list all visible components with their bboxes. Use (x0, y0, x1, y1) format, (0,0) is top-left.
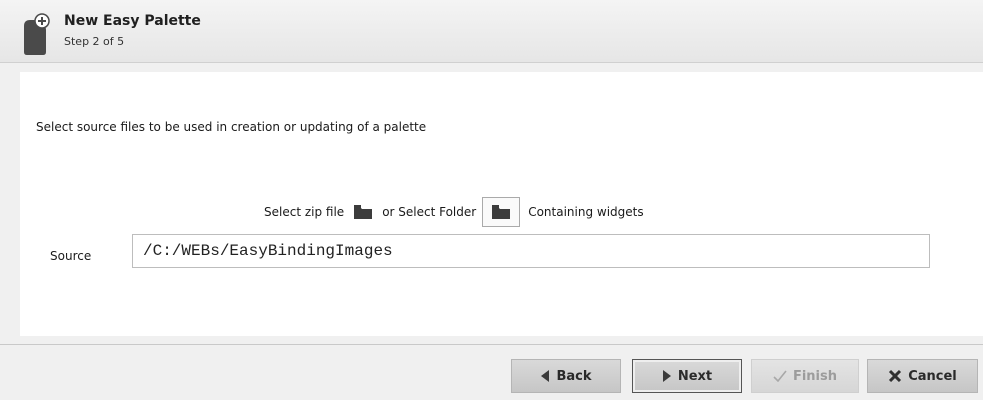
next-label: Next (677, 368, 713, 384)
source-input[interactable] (132, 234, 930, 268)
wizard-footer: Back Next Finish Cancel (0, 345, 983, 400)
select-folder-button[interactable] (482, 197, 521, 227)
zip-folder-icon[interactable] (354, 205, 373, 219)
triangle-right-icon (662, 370, 672, 382)
back-label: Back (556, 368, 592, 384)
cancel-button[interactable]: Cancel (867, 359, 978, 393)
wizard-content: Select source files to be used in creati… (20, 72, 983, 336)
wizard-title: New Easy Palette (64, 13, 201, 29)
instruction-text: Select source files to be used in creati… (36, 120, 427, 134)
next-button[interactable]: Next (632, 359, 742, 393)
triangle-left-icon (540, 370, 550, 382)
source-selector-row: Select zip file or Select Folder Contain… (264, 197, 644, 227)
source-label: Source (50, 249, 92, 263)
close-icon (888, 369, 902, 383)
containing-widgets-label: Containing widgets (528, 205, 644, 219)
finish-label: Finish (792, 368, 838, 384)
back-button[interactable]: Back (511, 359, 621, 393)
palette-add-icon (20, 12, 50, 56)
wizard-step: Step 2 of 5 (64, 35, 125, 48)
folder-icon (492, 205, 511, 219)
checkmark-icon (773, 370, 787, 382)
select-zip-label: Select zip file (264, 205, 345, 219)
finish-button: Finish (751, 359, 859, 393)
cancel-label: Cancel (908, 368, 957, 384)
or-select-folder-label: or Select Folder (382, 205, 477, 219)
wizard-header: New Easy Palette Step 2 of 5 (0, 0, 983, 63)
